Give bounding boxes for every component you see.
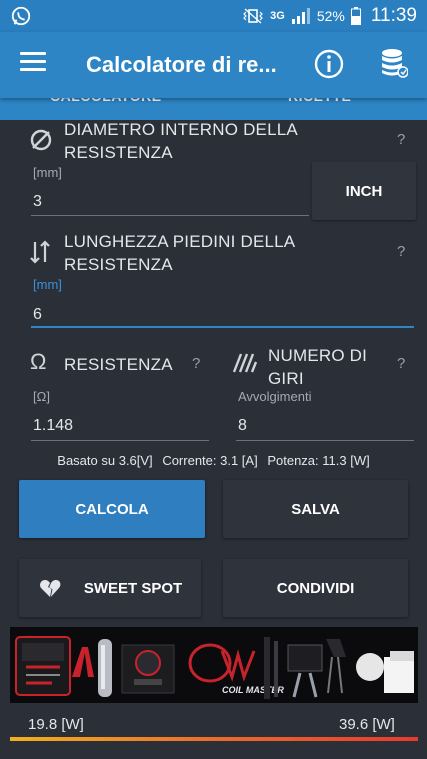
wraps-title: NUMERO DI GIRI: [268, 346, 368, 388]
network-type: 3G: [270, 10, 285, 22]
wraps-input[interactable]: 8: [238, 417, 247, 435]
legs-input[interactable]: 6: [33, 306, 42, 324]
diameter-unit: [mm]: [33, 165, 62, 180]
resistance-title: RESISTENZA: [64, 355, 173, 374]
coil-wraps-icon: [232, 353, 258, 373]
omega-icon: Ω: [30, 349, 47, 374]
sweet-spot-button[interactable]: SWEET SPOT: [19, 559, 201, 617]
legs-underline: [31, 326, 414, 328]
resistance-underline: [31, 440, 209, 441]
calculate-button[interactable]: CALCOLA: [19, 480, 205, 538]
legs-title: LUNGHEZZA PIEDINI DELLA RESISTENZA: [64, 232, 296, 274]
watt-range-bar: [10, 737, 418, 741]
broken-heart-icon: [39, 580, 61, 597]
banner-image: COIL MASTER: [10, 627, 418, 703]
app-bar: Calcolatore di re...: [0, 32, 427, 98]
resistance-input[interactable]: 1.148: [33, 417, 73, 435]
diameter-icon: [30, 129, 52, 151]
share-button[interactable]: CONDIVIDI: [223, 559, 408, 617]
database-icon[interactable]: [380, 47, 408, 79]
sweet-spot-label: SWEET SPOT: [83, 579, 183, 597]
power-text: Potenza: 11.3 [W]: [267, 453, 370, 468]
min-watts: 19.8 [W]: [28, 716, 84, 733]
legs-help-icon[interactable]: ?: [397, 243, 405, 260]
battery-percent: 52%: [316, 8, 345, 24]
resistance-unit: [Ω]: [33, 389, 50, 404]
vertical-arrows-icon: [30, 240, 50, 264]
current-text: Corrente: 3.1 [A]: [162, 453, 258, 468]
vibrate-mute-icon: [243, 8, 263, 24]
coil-master-banner[interactable]: COIL MASTER: [10, 627, 418, 703]
wraps-help-icon[interactable]: ?: [397, 355, 405, 372]
diameter-underline: [31, 215, 309, 216]
clock: 11:39: [370, 5, 417, 26]
voltage-text: Basato su 3.6[V]: [57, 453, 153, 468]
save-button[interactable]: SALVA: [223, 480, 408, 538]
status-bar: 3G 52% 11:39: [0, 0, 427, 32]
menu-icon[interactable]: [20, 52, 46, 74]
wraps-underline: [236, 440, 414, 441]
diameter-help-icon[interactable]: ?: [397, 131, 405, 148]
page-title: Calcolatore di re...: [86, 52, 277, 77]
wraps-unit: Avvolgimenti: [238, 389, 312, 404]
signal-icon: [291, 8, 310, 24]
whatsapp-icon: [11, 6, 31, 26]
calculation-summary: Basato su 3.6[V] Corrente: 3.1 [A] Poten…: [0, 453, 427, 468]
diameter-title: DIAMETRO INTERNO DELLA RESISTENZA: [64, 120, 298, 162]
info-icon[interactable]: [313, 48, 345, 80]
inch-button[interactable]: INCH: [312, 162, 416, 220]
resistance-help-icon[interactable]: ?: [192, 355, 200, 372]
legs-unit: [mm]: [33, 277, 62, 292]
diameter-input[interactable]: 3: [33, 193, 42, 211]
battery-icon: [350, 7, 361, 25]
max-watts: 39.6 [W]: [339, 716, 395, 733]
